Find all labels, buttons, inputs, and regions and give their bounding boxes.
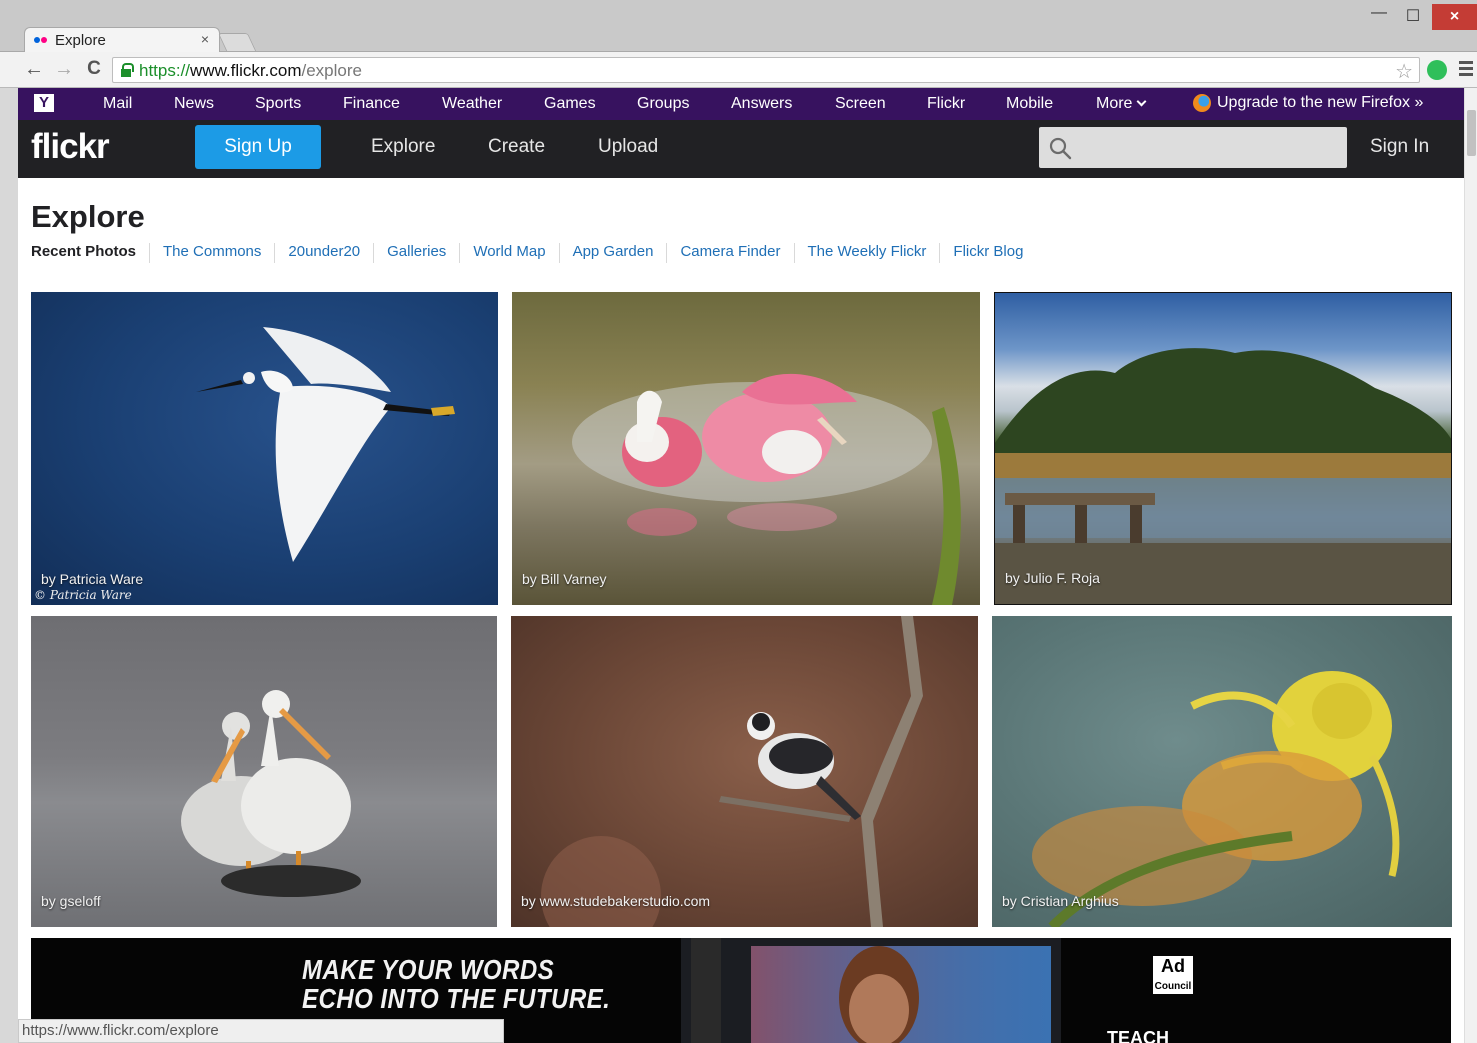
header-link-create[interactable]: Create <box>488 136 545 158</box>
photo-watermark: © Patricia Ware <box>34 588 132 602</box>
ad-headline-line2: ECHO INTO THE FUTURE. <box>302 983 611 1014</box>
photo-tile[interactable]: by Julio F. Roja <box>994 292 1452 605</box>
yahoo-logo-icon[interactable]: Y <box>34 94 54 112</box>
window-titlebar: Explore × — ☐ × <box>0 0 1477 53</box>
photo-tile[interactable]: by gseloff <box>31 616 497 927</box>
yahoo-item-mail[interactable]: Mail <box>103 95 132 113</box>
url-host: www.flickr.com <box>190 61 302 80</box>
yahoo-item-news[interactable]: News <box>174 95 214 113</box>
maximize-button[interactable]: ☐ <box>1398 6 1428 28</box>
subnav-galleries[interactable]: Galleries <box>373 243 459 263</box>
flickr-header: flickr Sign Up Explore Create Upload Sig… <box>18 120 1464 178</box>
explore-subnav: Recent Photos The Commons 20under20 Gall… <box>31 243 1036 263</box>
url-path: /explore <box>301 61 362 80</box>
tab-close-icon[interactable]: × <box>201 31 209 47</box>
sign-in-link[interactable]: Sign In <box>1370 136 1429 158</box>
firefox-icon <box>1193 94 1211 112</box>
subnav-flickr-blog[interactable]: Flickr Blog <box>939 243 1036 263</box>
yahoo-item-flickr[interactable]: Flickr <box>927 95 965 113</box>
subnav-the-commons[interactable]: The Commons <box>149 243 274 263</box>
ad-headline-line1: MAKE YOUR WORDS <box>302 954 555 985</box>
crab-spider-image <box>1032 671 1400 927</box>
browser-tab[interactable]: Explore × <box>24 27 220 53</box>
ad-council-logo: Ad Council <box>1153 956 1193 994</box>
page-title: Explore <box>31 199 145 234</box>
subnav-app-garden[interactable]: App Garden <box>558 243 667 263</box>
photo-credit[interactable]: by Patricia Ware <box>41 571 143 587</box>
url-text: https://www.flickr.com/explore <box>139 61 362 81</box>
chevron-down-icon <box>1137 96 1147 107</box>
bookmark-star-icon[interactable]: ☆ <box>1395 59 1413 84</box>
subnav-weekly-flickr[interactable]: The Weekly Flickr <box>793 243 940 263</box>
subnav-camera-finder[interactable]: Camera Finder <box>666 243 793 263</box>
photo-tile[interactable]: by Cristian Arghius <box>992 616 1452 927</box>
window-left-edge <box>0 88 18 1043</box>
minimize-button[interactable]: — <box>1364 4 1394 26</box>
url-scheme: https:// <box>139 61 191 80</box>
lake-landscape-image <box>995 348 1451 604</box>
subnav-recent-photos[interactable]: Recent Photos <box>31 243 149 263</box>
browser-toolbar: ← → C https://www.flickr.com/explore ☆ <box>0 52 1477 88</box>
photo-credit[interactable]: by www.studebakerstudio.com <box>521 893 710 909</box>
scrollbar-thumb[interactable] <box>1467 110 1476 156</box>
more-label: More <box>1096 95 1133 112</box>
reload-icon[interactable]: C <box>82 58 106 80</box>
yahoo-nav-bar: Y Mail News Sports Finance Weather Games… <box>18 88 1464 120</box>
lock-icon <box>121 63 134 77</box>
ad-teach-logo: TEACH <box>1107 1028 1169 1043</box>
forward-arrow-icon[interactable]: → <box>52 58 76 80</box>
status-bar-url: https://www.flickr.com/explore <box>18 1019 504 1043</box>
header-link-upload[interactable]: Upload <box>598 136 658 158</box>
photo-credit[interactable]: by Cristian Arghius <box>1002 893 1119 909</box>
new-tab-button[interactable] <box>217 33 257 51</box>
close-window-button[interactable]: × <box>1432 4 1477 30</box>
subnav-world-map[interactable]: World Map <box>459 243 558 263</box>
warbler-image <box>541 616 923 927</box>
spoonbills-image <box>572 373 961 605</box>
search-icon <box>1049 137 1072 160</box>
subnav-20under20[interactable]: 20under20 <box>274 243 373 263</box>
address-bar[interactable]: https://www.flickr.com/explore ☆ <box>112 57 1420 83</box>
back-arrow-icon[interactable]: ← <box>22 58 46 80</box>
pelicans-image <box>181 690 361 897</box>
flickr-favicon-icon <box>34 37 48 44</box>
yahoo-item-more[interactable]: More <box>1096 95 1147 113</box>
yahoo-item-weather[interactable]: Weather <box>442 95 502 113</box>
tab-title: Explore <box>55 32 106 49</box>
photo-credit[interactable]: by Julio F. Roja <box>1005 570 1100 586</box>
menu-icon[interactable] <box>1459 61 1473 79</box>
yahoo-item-mobile[interactable]: Mobile <box>1006 95 1053 113</box>
photo-tile[interactable]: by Bill Varney <box>512 292 980 605</box>
sign-up-button[interactable]: Sign Up <box>195 125 321 169</box>
yahoo-item-games[interactable]: Games <box>544 95 596 113</box>
photo-tile[interactable]: by Patricia Ware © Patricia Ware <box>31 292 498 605</box>
yahoo-item-finance[interactable]: Finance <box>343 95 400 113</box>
extension-icon[interactable] <box>1427 60 1447 80</box>
yahoo-item-screen[interactable]: Screen <box>835 95 886 113</box>
photo-credit[interactable]: by gseloff <box>41 893 101 909</box>
egret-image <box>196 327 455 562</box>
flickr-logo[interactable]: flickr <box>31 127 110 167</box>
vertical-scrollbar[interactable] <box>1464 88 1477 1043</box>
yahoo-item-groups[interactable]: Groups <box>637 95 689 113</box>
firefox-upgrade-link[interactable]: Upgrade to the new Firefox » <box>1217 94 1423 112</box>
photo-tile[interactable]: by www.studebakerstudio.com <box>511 616 978 927</box>
search-input[interactable] <box>1039 127 1347 168</box>
yahoo-item-answers[interactable]: Answers <box>731 95 792 113</box>
header-link-explore[interactable]: Explore <box>371 136 435 158</box>
photo-credit[interactable]: by Bill Varney <box>522 571 607 587</box>
yahoo-item-sports[interactable]: Sports <box>255 95 301 113</box>
